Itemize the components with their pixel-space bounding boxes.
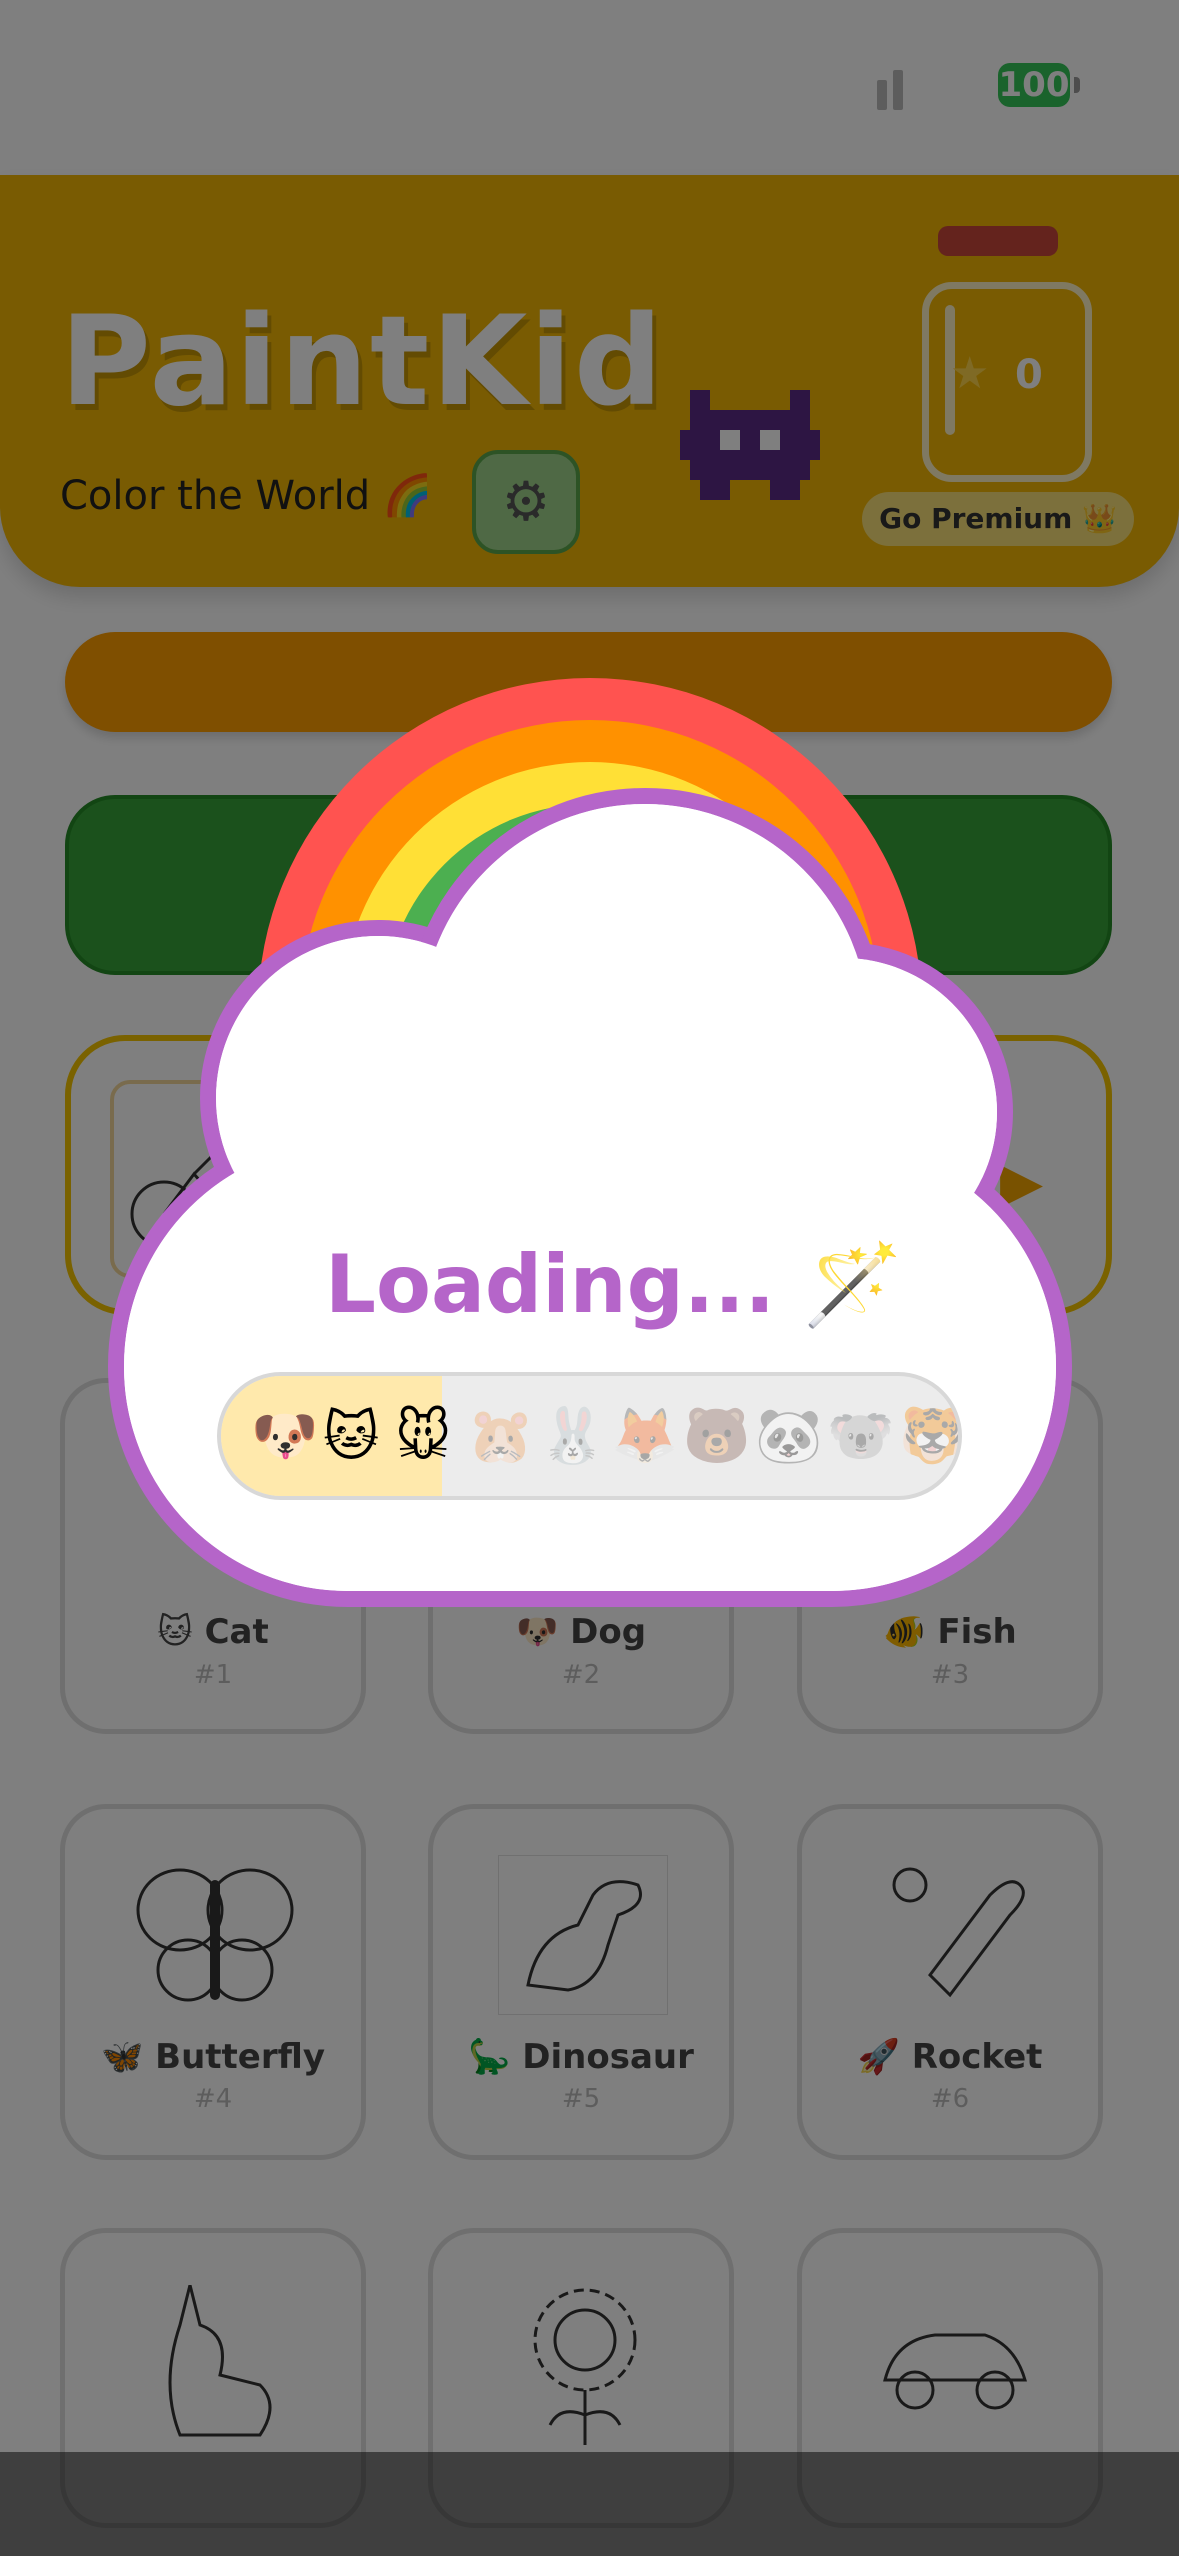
koala-icon: 🐨 <box>827 1404 895 1467</box>
loading-text: Loading... 🪄 <box>325 1238 903 1331</box>
panda-icon: 🐼 <box>755 1404 823 1467</box>
hamster-icon: 🐹 <box>467 1404 535 1467</box>
mouse-icon: 🐭 <box>395 1404 452 1468</box>
cat-icon: 🐱 <box>323 1404 380 1468</box>
bear-icon: 🐻 <box>683 1404 751 1467</box>
fox-icon: 🦊 <box>611 1404 679 1467</box>
progress-animals: 🐶 🐱 🐭 🐹 🐰 🦊 🐻 🐼 🐨 🐯 <box>251 1376 962 1496</box>
dog-icon: 🐶 <box>251 1404 319 1467</box>
rabbit-icon: 🐰 <box>539 1404 607 1467</box>
tiger-icon: 🐯 <box>899 1404 962 1467</box>
loading-progress-bar: 🐶 🐱 🐭 🐹 🐰 🦊 🐻 🐼 🐨 🐯 <box>217 1372 962 1500</box>
